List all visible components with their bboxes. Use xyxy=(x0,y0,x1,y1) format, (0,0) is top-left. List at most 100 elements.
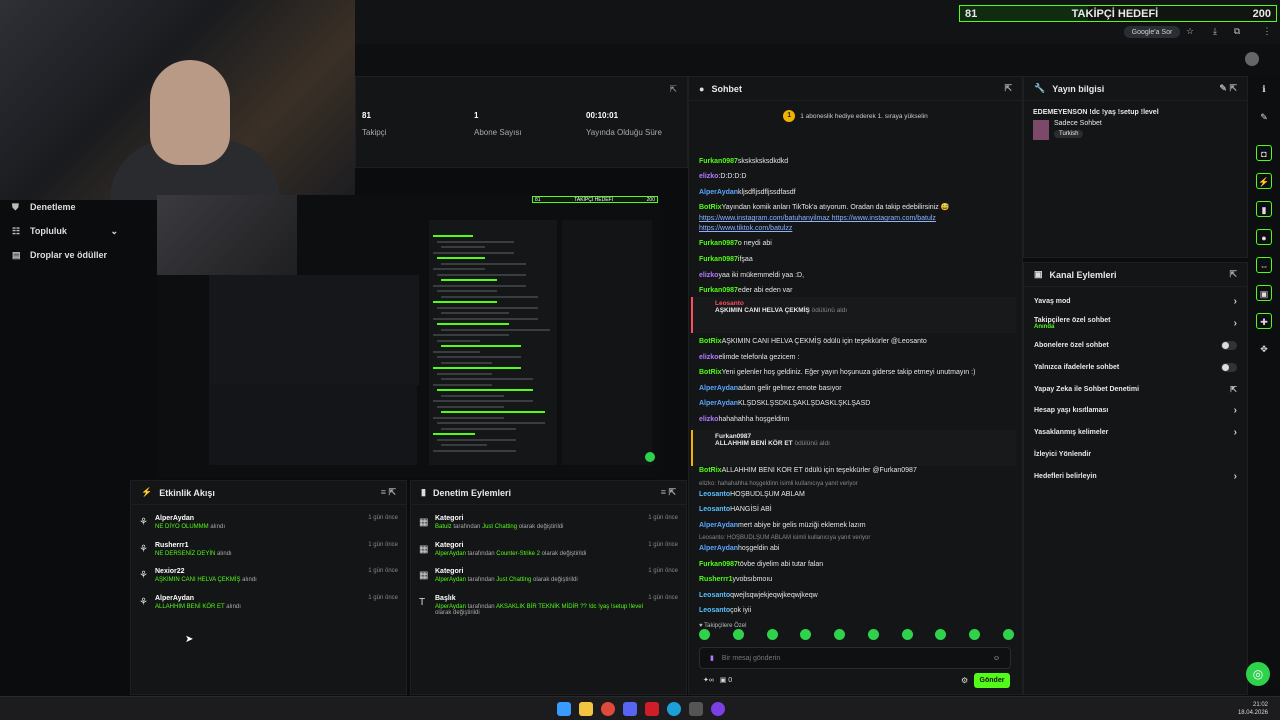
settings-icon[interactable]: ⚙ xyxy=(961,676,968,685)
action-slow-mode[interactable]: Yavaş mod › xyxy=(1024,291,1247,313)
chrome-icon[interactable] xyxy=(601,702,615,716)
chat-username[interactable]: Furkan0987 xyxy=(699,287,738,294)
toggle-switch[interactable] xyxy=(1221,362,1237,372)
info-icon[interactable]: ℹ xyxy=(1256,81,1272,97)
chat-username[interactable]: AlperAydan xyxy=(699,189,738,196)
chevron-right-icon: › xyxy=(1233,427,1237,439)
goal-title: TAKİPÇİ HEDEFİ xyxy=(1071,7,1159,20)
edit-icon[interactable]: ✎ xyxy=(1256,109,1272,125)
chat-username[interactable]: AlperAydan xyxy=(699,385,738,392)
chat-username[interactable]: Leosanto xyxy=(699,506,730,513)
emote-icon[interactable] xyxy=(800,629,812,640)
chat-username[interactable]: Furkan0987 xyxy=(699,240,738,247)
chat-username[interactable]: Leosanto xyxy=(699,607,730,614)
layout-icon[interactable]: ✥ xyxy=(1256,341,1272,357)
action-raid[interactable]: İzleyici Yönlendir xyxy=(1024,444,1247,466)
preview-line xyxy=(437,422,545,424)
popout-icon[interactable]: ⇱ xyxy=(669,84,677,95)
wrench-icon[interactable]: ✚ xyxy=(1256,313,1272,329)
chat-icon[interactable]: ● xyxy=(1256,229,1272,245)
monitor-icon[interactable]: ▣ xyxy=(1256,285,1272,301)
action-banned-words[interactable]: Yasaklanmış kelimeler › xyxy=(1024,422,1247,444)
camera-icon[interactable]: ◘ xyxy=(1256,145,1272,161)
emote-icon[interactable] xyxy=(1002,629,1014,640)
chat-username[interactable]: elizko xyxy=(699,416,718,423)
extensions-icon[interactable]: ⧉ xyxy=(1232,26,1242,38)
obs-icon[interactable] xyxy=(711,702,725,716)
filter-icon[interactable]: ≡ ⇱ xyxy=(381,487,396,498)
popout-icon[interactable]: ⇱ xyxy=(1229,269,1237,280)
chat-username[interactable]: BotRix xyxy=(699,204,722,211)
system-clock[interactable]: 21:02 18.04.2026 xyxy=(1238,701,1268,717)
chat-message[interactable]: https://www.tiktok.com/batulzz xyxy=(699,224,1009,234)
emote-icon[interactable] xyxy=(901,629,913,640)
chat-message: Leosantoqwejlsqwjekjeqwjkeqwjkeqw xyxy=(699,591,1009,601)
filter-icon[interactable]: ≡ ⇱ xyxy=(661,487,676,498)
opera-icon[interactable] xyxy=(645,702,659,716)
action-emotes-only[interactable]: Yalnızca ifadelerle sohbet xyxy=(1024,356,1247,378)
emote-icon[interactable] xyxy=(766,629,778,640)
google-ask-button[interactable]: Google'a Sor xyxy=(1124,26,1180,38)
edit-icon[interactable]: ✎ ⇱ xyxy=(1219,83,1237,94)
download-icon[interactable]: ⤓ xyxy=(1210,26,1220,38)
mic-icon[interactable]: ▮ xyxy=(710,654,714,662)
preview-line xyxy=(437,339,480,342)
emote-icon[interactable] xyxy=(732,629,744,640)
send-button[interactable]: Gönder xyxy=(974,673,1010,688)
discord-icon[interactable] xyxy=(623,702,637,716)
emote-icon[interactable] xyxy=(834,629,846,640)
file-explorer-icon[interactable] xyxy=(579,702,593,716)
emote-icon[interactable] xyxy=(935,629,947,640)
chat-username[interactable]: BotRix xyxy=(699,338,722,345)
chat-username[interactable]: Leosanto xyxy=(699,592,730,599)
action-followers-only[interactable]: Takipçilere özel sohbet Anında › xyxy=(1024,313,1247,335)
arrows-icon[interactable]: ⇔ xyxy=(1256,257,1272,273)
chat-text: adam gelir gelmez emote basıyor xyxy=(738,385,842,392)
sidebar-item-drops[interactable]: ▤ Droplar ve ödüller xyxy=(0,243,130,267)
action-account-age[interactable]: Hesap yaşı kısıtlaması › xyxy=(1024,400,1247,422)
chat-username[interactable]: elizko xyxy=(699,173,718,180)
emote-icon[interactable] xyxy=(867,629,879,640)
help-fab-button[interactable]: ◎ xyxy=(1246,662,1270,686)
chat-username[interactable]: Furkan0987 xyxy=(699,256,738,263)
chat-username[interactable]: Furkan0987 xyxy=(699,561,738,568)
document-icon[interactable]: ▮ xyxy=(1256,201,1272,217)
chat-username[interactable]: elizko xyxy=(699,354,718,361)
chat-tools[interactable]: ✦∞ ▣ 0 xyxy=(703,676,732,684)
start-icon[interactable] xyxy=(557,702,571,716)
chat-username[interactable]: Rusherrr1 xyxy=(699,576,732,583)
action-subs-only[interactable]: Abonelere özel sohbet xyxy=(1024,335,1247,357)
chat-username[interactable]: Leosanto xyxy=(699,491,730,498)
stream-info-panel: 🔧 Yayın bilgisi ✎ ⇱ EDEMEYENSON !dc !yaş !… xyxy=(1023,76,1248,258)
chat-text: elimde telefonla gezicem : xyxy=(718,354,800,361)
chat-message: Furkan0987ifşaa xyxy=(699,255,1009,265)
sidebar-item-moderation[interactable]: ⛊ Denetleme xyxy=(0,195,130,219)
preview-line xyxy=(433,251,514,254)
app-icon[interactable] xyxy=(689,702,703,716)
action-ai-moderation[interactable]: Yapay Zeka ile Sohbet Denetimi ⇱ xyxy=(1024,378,1247,400)
preview-line xyxy=(437,356,521,358)
chat-username[interactable]: BotRix xyxy=(699,369,722,376)
chat-username[interactable]: BotRix xyxy=(699,467,722,474)
sidebar-item-community[interactable]: ☷ Topluluk ⌄ xyxy=(0,219,130,243)
star-icon[interactable]: ☆ xyxy=(1185,26,1195,38)
menu-icon[interactable]: ⋮ xyxy=(1262,26,1272,38)
emoji-icon[interactable]: ☺ xyxy=(993,655,1000,662)
chat-input[interactable]: ▮ Bir mesaj gönderin ☺ xyxy=(699,647,1011,669)
chat-username[interactable]: AlperAydan xyxy=(699,400,738,407)
chat-username[interactable]: elizko xyxy=(699,272,718,279)
wrench-icon: 🔧 xyxy=(1034,83,1046,93)
chat-message: Furkan0987sksksksksdkdkd xyxy=(699,157,1009,167)
action-set-goals[interactable]: Hedefleri belirleyin › xyxy=(1024,465,1247,487)
avatar[interactable] xyxy=(1245,52,1259,66)
toggle-switch[interactable] xyxy=(1221,340,1237,350)
emote-icon[interactable] xyxy=(969,629,981,640)
chat-message[interactable]: https://www.instagram.com/batuhanyilmaz … xyxy=(699,214,1009,224)
chat-username[interactable]: Furkan0987 xyxy=(699,158,738,165)
bolt-icon[interactable]: ⚡ xyxy=(1256,173,1272,189)
chat-username[interactable]: AlperAydan xyxy=(699,545,738,552)
chat-username[interactable]: AlperAydan xyxy=(699,522,738,529)
emote-icon[interactable] xyxy=(699,629,710,640)
stat-subscribers: 1 Abone Sayısı xyxy=(474,111,522,137)
edge-icon[interactable] xyxy=(667,702,681,716)
